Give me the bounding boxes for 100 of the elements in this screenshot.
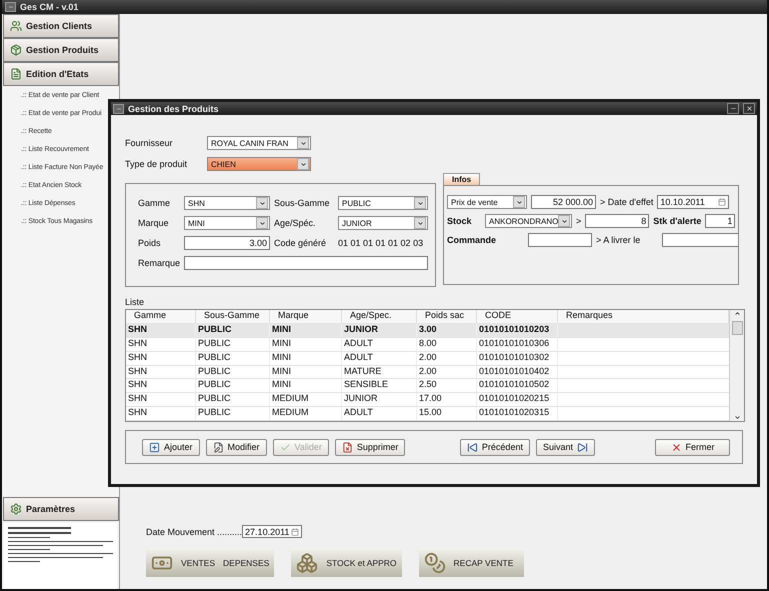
scroll-up-icon[interactable] — [734, 310, 740, 317]
action-button[interactable]: Ajouter — [142, 438, 200, 456]
field-label: Age/Spéc. — [274, 218, 317, 228]
section-icon — [10, 68, 22, 80]
input-field[interactable] — [662, 233, 738, 247]
table-row[interactable]: SHN PUBLIC MEDIUM JUNIOR 17.00 01010101020215 — [126, 393, 729, 408]
supplier-combo[interactable]: ROYAL CANIN FRAN — [207, 136, 311, 150]
table-cell: PUBLIC — [196, 393, 270, 406]
table-cell: MINI — [270, 324, 342, 337]
field-label: > A livrer le — [596, 235, 642, 245]
table-cell: 17.00 — [417, 393, 477, 406]
table-cell: SHN — [126, 393, 196, 406]
field-label: Poids — [138, 238, 162, 248]
close-icon[interactable] — [743, 103, 755, 114]
shortcut-label: RECAP VENTE — [454, 558, 514, 568]
table-cell: 01010101020315 — [477, 407, 558, 420]
table-cell: JUNIOR — [342, 324, 417, 337]
field-label: > Date d'effet — [600, 197, 654, 207]
table-row[interactable]: SHN PUBLIC MEDIUM ADULT 15.00 01010101020315 — [126, 407, 729, 421]
sidebar-section-button[interactable]: Gestion Produits — [3, 38, 119, 62]
stock-combo[interactable]: ANKORONDRANO — [485, 214, 572, 228]
shortcut-button[interactable]: RECAP VENTE — [418, 548, 524, 577]
action-button[interactable]: Précédent — [460, 438, 530, 456]
infos-tab[interactable]: Infos — [443, 173, 480, 185]
table-cell: ADULT — [342, 407, 417, 420]
table-row[interactable]: SHN PUBLIC MINI SENSIBLE 2.50 01010101010502 — [126, 379, 729, 394]
table-cell: PUBLIC — [196, 338, 270, 351]
date-label: Date Mouvement .......... — [146, 526, 242, 536]
combo-field[interactable]: JUNIOR — [338, 216, 428, 230]
table-cell: MINI — [270, 338, 342, 351]
field-label: Sous-Gamme — [274, 198, 331, 208]
table-cell: 01010101010402 — [477, 366, 558, 378]
table-cell: PUBLIC — [196, 379, 270, 392]
table-cell: JUNIOR — [342, 393, 417, 406]
section-icon — [10, 20, 22, 32]
shortcut-label: DEPENSES — [223, 558, 270, 568]
table-cell: MEDIUM — [270, 407, 342, 420]
input-field[interactable]: 52 000.00 — [531, 195, 596, 209]
table-cell: SHN — [126, 407, 196, 420]
column-header[interactable]: Gamme — [126, 310, 196, 323]
table-row[interactable]: SHN PUBLIC MINI JUNIOR 3.00 01010101010203 — [126, 324, 729, 338]
table-row[interactable]: SHN PUBLIC MINI MATURE 2.00 01010101010402 — [126, 366, 729, 380]
sidebar-section-button[interactable]: Edition d'Etats — [3, 62, 119, 86]
section-icon — [10, 44, 22, 56]
shortcut-button[interactable]: STOCK et APPRO — [291, 548, 402, 577]
combo-field[interactable]: SHN — [184, 196, 270, 210]
scroll-down-icon[interactable] — [734, 414, 740, 421]
date-field[interactable]: 10.10.2011 — [657, 195, 730, 209]
input-field[interactable] — [184, 256, 428, 270]
combo-field[interactable]: PUBLIC — [338, 196, 428, 210]
column-header[interactable]: CODE — [477, 310, 558, 323]
table-cell: ADULT — [342, 338, 417, 351]
field-label: Remarque — [138, 258, 180, 268]
column-header[interactable]: Remarques — [558, 310, 729, 323]
shortcut-label: VENTES — [181, 558, 216, 568]
minimize-icon[interactable] — [727, 103, 739, 114]
input-field[interactable]: 1 — [705, 214, 736, 228]
sidebar-section-button[interactable]: Gestion Clients — [3, 14, 119, 38]
price-type-combo[interactable]: Prix de vente — [447, 195, 527, 209]
edit-icon — [212, 442, 224, 452]
shortcut-icon — [424, 552, 446, 574]
table-cell: PUBLIC — [196, 324, 270, 337]
action-button[interactable]: Fermer — [655, 438, 730, 456]
window-menu-icon[interactable] — [113, 104, 124, 114]
calendar-icon[interactable] — [718, 198, 726, 206]
table-row[interactable]: SHN PUBLIC MINI ADULT 2.00 01010101010302 — [126, 352, 729, 366]
settings-button[interactable]: Paramètres — [3, 497, 119, 521]
scrollbar-thumb[interactable] — [732, 321, 742, 335]
action-button[interactable]: Suivant — [536, 438, 595, 456]
input-field[interactable]: 8 — [585, 214, 650, 228]
table-cell: 15.00 — [417, 407, 477, 420]
product-type-combo[interactable]: CHIEN — [207, 157, 311, 171]
table-cell: MINI — [270, 352, 342, 364]
field-label: Fournisseur — [125, 138, 174, 148]
table-cell: 8.00 — [417, 338, 477, 351]
field-label: Gamme — [138, 198, 172, 208]
table-cell: SHN — [126, 324, 196, 337]
input-field[interactable] — [528, 233, 592, 247]
action-button[interactable]: Supprimer — [334, 438, 406, 456]
table-cell: 01010101010203 — [477, 324, 558, 337]
column-header[interactable]: Age/Spec. — [342, 310, 417, 323]
table-cell: MINI — [270, 379, 342, 392]
list-label: Liste — [125, 297, 146, 307]
arrow-label: > — [576, 216, 582, 226]
combo-field[interactable]: MINI — [184, 216, 270, 230]
column-header[interactable]: Sous-Gamme — [196, 310, 270, 323]
scrollbar[interactable] — [729, 310, 744, 421]
settings-icon — [10, 503, 22, 515]
table-cell: SHN — [126, 379, 196, 392]
column-header[interactable]: Poids sac — [417, 310, 477, 323]
date-field[interactable]: 27.10.2011 — [242, 525, 302, 538]
cross-icon — [670, 442, 682, 452]
table-row[interactable]: SHN PUBLIC MINI ADULT 8.00 01010101010306 — [126, 338, 729, 352]
input-field[interactable]: 3.00 — [184, 236, 270, 250]
calendar-icon[interactable] — [291, 528, 300, 536]
add-icon — [149, 442, 160, 452]
column-header[interactable]: Marque — [270, 310, 342, 323]
action-button[interactable]: Modifier — [206, 438, 267, 456]
shortcut-button[interactable]: VENTES DEPENSES — [146, 548, 274, 577]
shortcut-label: STOCK et APPRO — [326, 558, 397, 568]
